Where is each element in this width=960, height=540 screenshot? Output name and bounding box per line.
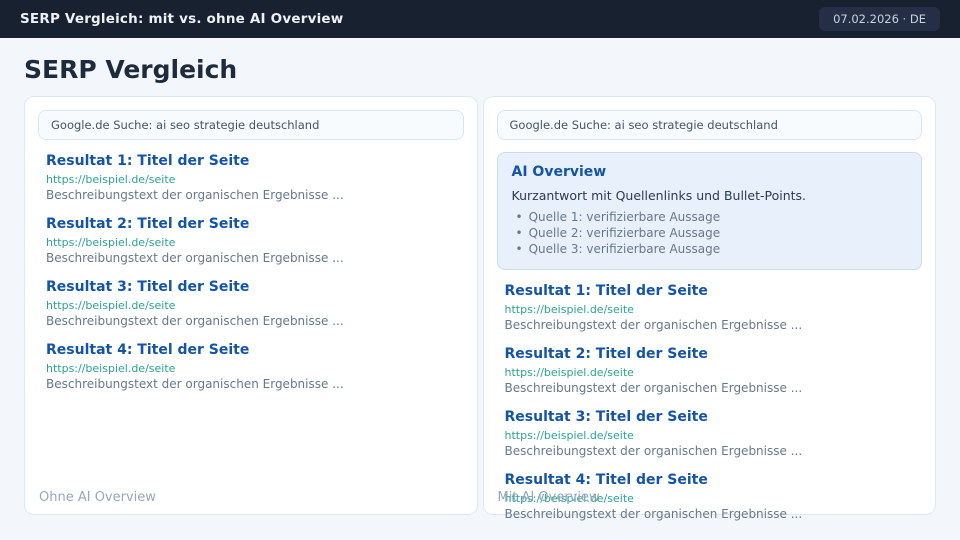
result-title-link[interactable]: Resultat 4: Titel der Seite [505,472,923,489]
result-title-link[interactable]: Resultat 1: Titel der Seite [46,153,464,170]
page: SERP Vergleich Google.de Suche: ai seo s… [0,55,960,515]
result-title-link[interactable]: Resultat 3: Titel der Seite [46,279,464,296]
result-url: https://beispiel.de/seite [505,303,923,316]
result-item: Resultat 4: Titel der Seite https://beis… [505,472,923,522]
result-title-link[interactable]: Resultat 1: Titel der Seite [505,283,923,300]
result-title-link[interactable]: Resultat 3: Titel der Seite [505,409,923,426]
organic-results-list: Resultat 1: Titel der Seite https://beis… [38,153,464,392]
search-input[interactable]: Google.de Suche: ai seo strategie deutsc… [497,110,923,140]
result-url: https://beispiel.de/seite [505,366,923,379]
result-item: Resultat 4: Titel der Seite https://beis… [46,342,464,392]
date-locale-badge: 07.02.2026 · DE [819,7,940,31]
result-title-link[interactable]: Resultat 2: Titel der Seite [46,216,464,233]
result-url: https://beispiel.de/seite [46,236,464,249]
topbar-title: SERP Vergleich: mit vs. ohne AI Overview [20,11,343,27]
result-url: https://beispiel.de/seite [505,492,923,505]
serp-comparison-panels: Google.de Suche: ai seo strategie deutsc… [24,96,936,515]
organic-results-list: Resultat 1: Titel der Seite https://beis… [497,283,923,522]
result-item: Resultat 2: Titel der Seite https://beis… [505,346,923,396]
result-description: Beschreibungstext der organischen Ergebn… [46,377,464,392]
panel-mit-ai-overview: Google.de Suche: ai seo strategie deutsc… [483,96,937,515]
result-description: Beschreibungstext der organischen Ergebn… [46,314,464,329]
result-item: Resultat 3: Titel der Seite https://beis… [46,279,464,329]
result-description: Beschreibungstext der organischen Ergebn… [46,251,464,266]
ai-overview-summary: Kurzantwort mit Quellenlinks und Bullet-… [512,188,908,203]
topbar: SERP Vergleich: mit vs. ohne AI Overview… [0,0,960,38]
search-input[interactable]: Google.de Suche: ai seo strategie deutsc… [38,110,464,140]
result-url: https://beispiel.de/seite [46,173,464,186]
result-item: Resultat 1: Titel der Seite https://beis… [46,153,464,203]
result-description: Beschreibungstext der organischen Ergebn… [505,318,923,333]
result-description: Beschreibungstext der organischen Ergebn… [505,381,923,396]
result-url: https://beispiel.de/seite [46,299,464,312]
result-description: Beschreibungstext der organischen Ergebn… [505,444,923,459]
result-item: Resultat 1: Titel der Seite https://beis… [505,283,923,333]
ai-overview-box: AI Overview Kurzantwort mit Quellenlinks… [497,152,923,270]
result-description: Beschreibungstext der organischen Ergebn… [505,507,923,522]
ai-source-item: Quelle 3: verifizierbare Aussage [516,241,908,257]
ai-overview-sources: Quelle 1: verifizierbare Aussage Quelle … [516,209,908,257]
result-item: Resultat 3: Titel der Seite https://beis… [505,409,923,459]
ai-source-item: Quelle 1: verifizierbare Aussage [516,209,908,225]
result-description: Beschreibungstext der organischen Ergebn… [46,188,464,203]
result-item: Resultat 2: Titel der Seite https://beis… [46,216,464,266]
page-title: SERP Vergleich [24,55,936,84]
result-url: https://beispiel.de/seite [46,362,464,375]
result-title-link[interactable]: Resultat 2: Titel der Seite [505,346,923,363]
result-url: https://beispiel.de/seite [505,429,923,442]
panel-caption-ohne: Ohne AI Overview [39,490,156,505]
ai-overview-title: AI Overview [512,164,908,181]
ai-source-item: Quelle 2: verifizierbare Aussage [516,225,908,241]
panel-ohne-ai-overview: Google.de Suche: ai seo strategie deutsc… [24,96,478,515]
result-title-link[interactable]: Resultat 4: Titel der Seite [46,342,464,359]
